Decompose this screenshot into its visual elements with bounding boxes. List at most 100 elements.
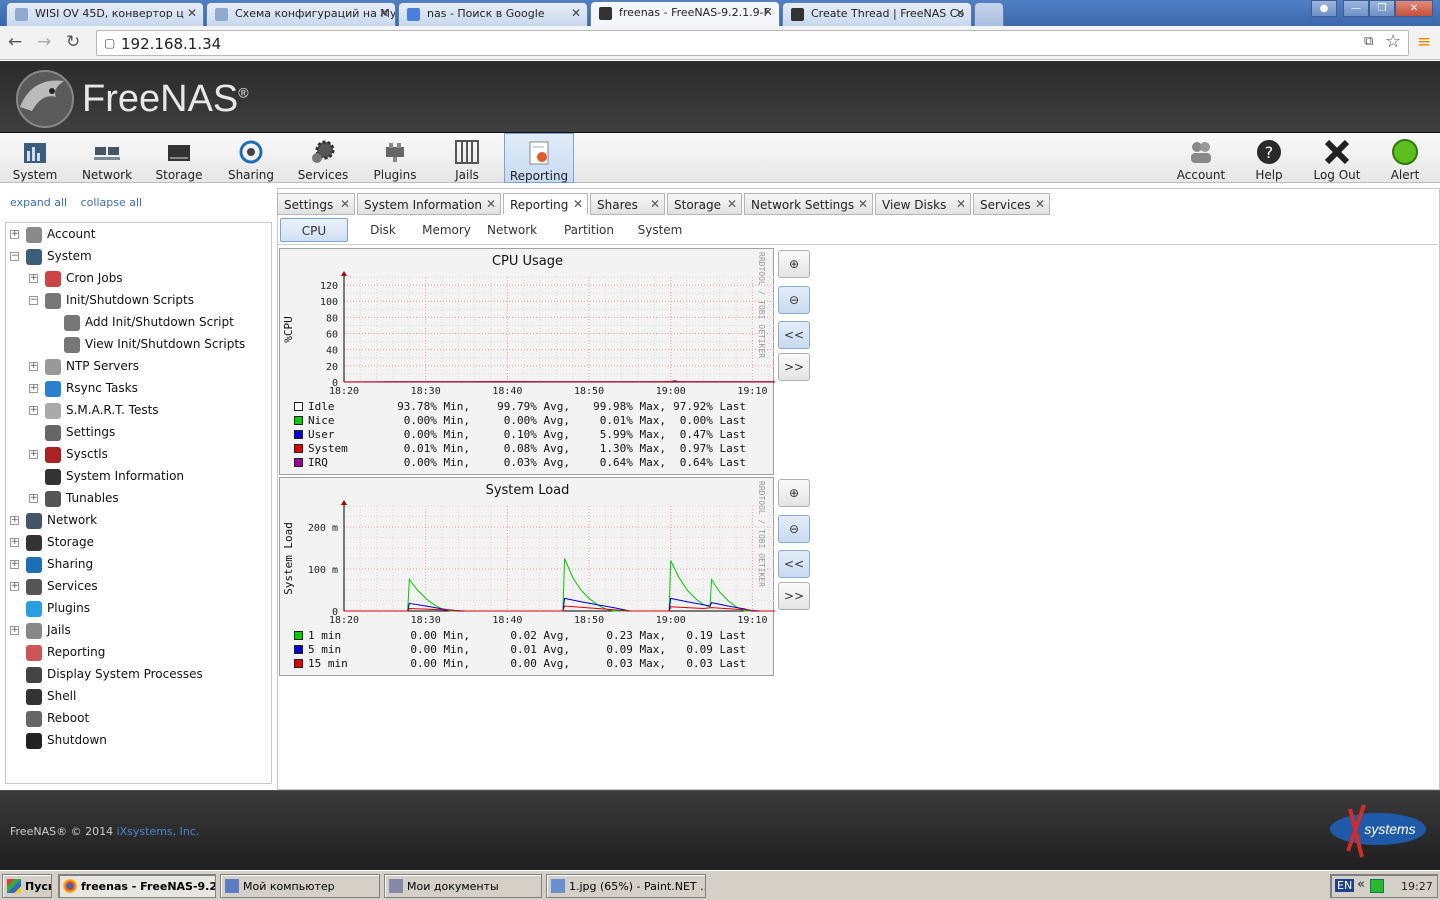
content-tab[interactable]: Shares ✕ <box>590 193 665 215</box>
start-button[interactable]: Пуск <box>2 874 52 898</box>
content-tab[interactable]: Reporting ✕ <box>503 193 588 215</box>
minimize-button[interactable]: — <box>1343 0 1369 17</box>
browser-tab[interactable]: nas - Поиск в Google ✕ <box>398 2 588 26</box>
tree-item[interactable]: + Services <box>10 578 265 598</box>
toolbar-logout[interactable]: Log Out <box>1306 133 1368 183</box>
tree-item[interactable]: + Tunables <box>10 490 265 510</box>
report-tab[interactable]: CPU <box>280 218 348 242</box>
expand-all-link[interactable]: expand all <box>10 196 67 209</box>
tree-item[interactable]: − Init/Shutdown Scripts <box>10 292 265 312</box>
close-tab-icon[interactable]: ✕ <box>571 6 581 20</box>
close-tab-icon[interactable]: ✕ <box>858 197 868 211</box>
taskbar-item-my-computer[interactable]: Мой компьютер <box>220 874 380 898</box>
user-icon[interactable]: ● <box>1311 0 1337 17</box>
tree-item[interactable]: + Sysctls <box>10 446 265 466</box>
expand-icon[interactable]: + <box>10 230 19 239</box>
expand-icon[interactable]: + <box>29 362 38 371</box>
tree-item[interactable]: + Jails <box>10 622 265 642</box>
restore-button[interactable]: ❐ <box>1369 0 1395 17</box>
tree-item[interactable]: + S.M.A.R.T. Tests <box>10 402 265 422</box>
close-tab-icon[interactable]: ✕ <box>727 197 737 211</box>
back-icon[interactable]: ← <box>8 32 22 52</box>
expand-icon[interactable]: + <box>29 384 38 393</box>
tray-expand-icon[interactable]: « <box>1357 877 1365 892</box>
zoom-out-button[interactable]: ⊖ <box>778 286 810 314</box>
zoom-in-button[interactable]: ⊕ <box>778 479 810 507</box>
browser-tab[interactable]: Create Thread | FreeNAS Co ✕ <box>782 2 972 26</box>
tree-item[interactable]: + Storage <box>10 534 265 554</box>
toolbar-system[interactable]: System <box>0 133 70 183</box>
toolbar-jails[interactable]: Jails <box>432 133 502 183</box>
close-tab-icon[interactable]: ✕ <box>486 197 496 211</box>
taskbar-item-paint[interactable]: 1.jpg (65%) - Paint.NET ... <box>546 874 706 898</box>
tree-item[interactable]: + Sharing <box>10 556 265 576</box>
close-tab-icon[interactable]: ✕ <box>379 6 389 20</box>
taskbar-item-browser[interactable]: freenas - FreeNAS-9.2... <box>58 874 216 898</box>
expand-icon[interactable]: + <box>10 538 19 547</box>
toolbar-help[interactable]: ? Help <box>1238 133 1300 183</box>
content-tab[interactable]: Network Settings ✕ <box>744 193 873 215</box>
tree-item[interactable]: Plugins <box>10 600 265 620</box>
browser-tab[interactable]: Схема конфигураций на My ✕ <box>206 2 396 26</box>
translate-icon[interactable]: ⧉ <box>1364 34 1373 49</box>
browser-tab-active[interactable]: freenas - FreeNAS-9.2.1.9-F ✕ <box>590 1 780 26</box>
reload-icon[interactable]: ↻ <box>66 32 80 52</box>
report-tab[interactable]: Memory <box>419 218 474 242</box>
taskbar-item-my-documents[interactable]: Мои документы <box>384 874 542 898</box>
new-tab-button[interactable] <box>974 2 1004 26</box>
tree-item[interactable]: Reboot <box>10 710 265 730</box>
tree-item[interactable]: + Rsync Tasks <box>10 380 265 400</box>
tree-item[interactable]: Shell <box>10 688 265 708</box>
tray-status-icon[interactable] <box>1370 879 1384 893</box>
toolbar-sharing[interactable]: Sharing <box>216 133 286 183</box>
expand-icon[interactable]: + <box>10 516 19 525</box>
collapse-all-link[interactable]: collapse all <box>81 196 142 209</box>
toolbar-plugins[interactable]: Plugins <box>360 133 430 183</box>
browser-tab[interactable]: WISI OV 45D, конвертор ц ✕ <box>6 2 204 26</box>
report-tab[interactable]: Partition <box>557 218 621 242</box>
back-button[interactable]: << <box>778 550 810 578</box>
toolbar-alert[interactable]: Alert <box>1374 133 1436 183</box>
zoom-out-button[interactable]: ⊖ <box>778 515 810 543</box>
expand-icon[interactable]: + <box>10 560 19 569</box>
close-tab-icon[interactable]: ✕ <box>340 197 350 211</box>
expand-icon[interactable]: + <box>29 406 38 415</box>
report-tab[interactable]: Disk <box>366 218 400 242</box>
forward-icon[interactable]: → <box>37 32 51 52</box>
report-tab[interactable]: Network <box>487 218 537 242</box>
content-tab[interactable]: Services ✕ <box>973 193 1050 215</box>
tree-item[interactable]: Settings <box>10 424 265 444</box>
expand-icon[interactable]: + <box>29 494 38 503</box>
zoom-in-button[interactable]: ⊕ <box>778 250 810 278</box>
collapse-icon[interactable]: − <box>29 296 38 305</box>
close-tab-icon[interactable]: ✕ <box>956 197 966 211</box>
tree-item[interactable]: + Account <box>10 226 265 246</box>
close-tab-icon[interactable]: ✕ <box>763 5 773 19</box>
tree-item[interactable]: Display System Processes <box>10 666 265 686</box>
collapse-icon[interactable]: − <box>10 252 19 261</box>
close-tab-icon[interactable]: ✕ <box>187 6 197 20</box>
address-input[interactable]: 192.168.1.34 <box>96 30 1409 56</box>
report-tab[interactable]: System <box>630 218 690 242</box>
close-tab-icon[interactable]: ✕ <box>650 197 660 211</box>
tree-item[interactable]: Reporting <box>10 644 265 664</box>
toolbar-reporting[interactable]: Reporting <box>504 133 574 183</box>
toolbar-network[interactable]: Network <box>72 133 142 183</box>
expand-icon[interactable]: + <box>10 626 19 635</box>
tree-item[interactable]: + Cron Jobs <box>10 270 265 290</box>
content-tab[interactable]: Settings ✕ <box>277 193 355 215</box>
ixsystems-link[interactable]: iXsystems, Inc. <box>117 825 200 838</box>
toolbar-account[interactable]: Account <box>1170 133 1232 183</box>
tree-item[interactable]: System Information <box>10 468 265 488</box>
expand-icon[interactable]: + <box>29 450 38 459</box>
menu-icon[interactable]: ≡ <box>1417 32 1431 52</box>
bookmark-star-icon[interactable]: ☆ <box>1385 31 1401 52</box>
tree-item[interactable]: View Init/Shutdown Scripts <box>10 336 265 356</box>
content-tab[interactable]: Storage ✕ <box>667 193 742 215</box>
tree-item[interactable]: − System <box>10 248 265 268</box>
forward-button[interactable]: >> <box>778 582 810 610</box>
toolbar-services[interactable]: Services <box>288 133 358 183</box>
toolbar-storage[interactable]: Storage <box>144 133 214 183</box>
back-button[interactable]: << <box>778 321 810 349</box>
tree-item[interactable]: + Network <box>10 512 265 532</box>
